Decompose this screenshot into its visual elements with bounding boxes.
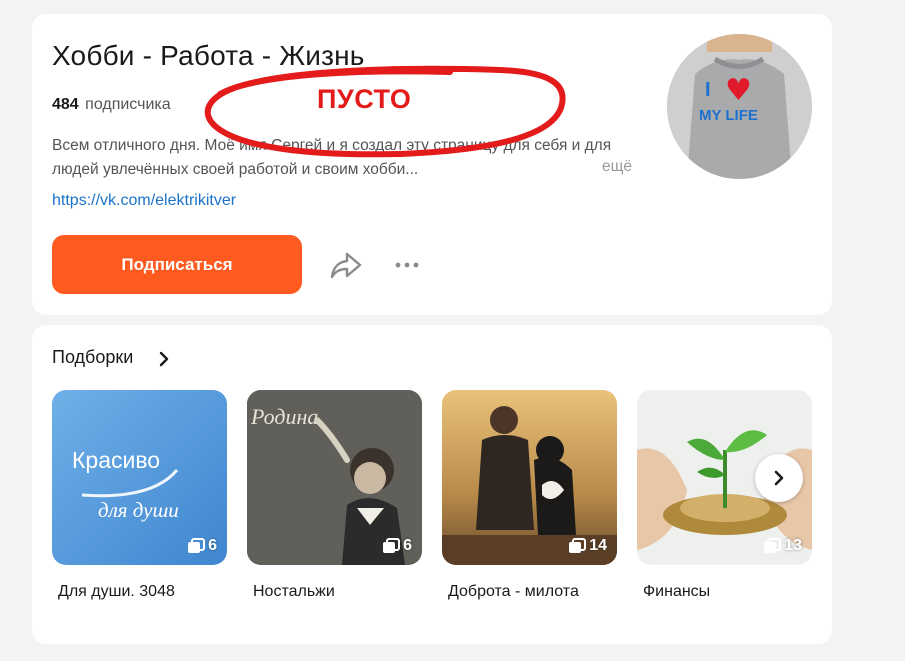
item-count: 14 xyxy=(568,537,607,555)
collection-image[interactable]: 14 xyxy=(442,390,617,565)
item-count-value: 6 xyxy=(208,537,217,554)
collection-name[interactable]: Для души. 3048 xyxy=(58,583,227,601)
item-count-value: 13 xyxy=(784,537,802,554)
collections-title[interactable]: Подборки xyxy=(52,347,133,368)
arrow-right-icon xyxy=(774,470,784,486)
collection-tile[interactable]: 14 Доброта - милота xyxy=(442,390,617,601)
item-count-value: 6 xyxy=(403,537,412,554)
collection-name[interactable]: Финансы xyxy=(643,583,812,601)
subscribers-count: 484 xyxy=(52,96,79,113)
image-text-rodina: Родина xyxy=(250,404,318,429)
item-count: 13 xyxy=(763,537,802,555)
more-dots-icon[interactable] xyxy=(394,260,420,270)
avatar[interactable]: I ♥ MY LIFE xyxy=(667,34,812,179)
heart-icon: ♥ xyxy=(725,73,752,108)
stack-icon xyxy=(383,538,401,553)
collection-name[interactable]: Ностальжи xyxy=(253,583,422,601)
collection-image[interactable]: Родина 6 xyxy=(247,390,422,565)
avatar-text-mylife: MY LIFE xyxy=(699,107,758,124)
collection-tile[interactable]: Красиво для души 6 Для души. 3048 xyxy=(52,390,227,601)
image-text-krasivo: Красиво xyxy=(72,447,160,473)
collections-card: Подборки Красиво для души 6 Для души. 30… xyxy=(32,325,832,644)
subscribe-button[interactable]: Подписаться xyxy=(52,235,302,294)
collection-tile[interactable]: Родина 6 Ностальжи xyxy=(247,390,422,601)
share-icon[interactable] xyxy=(329,250,363,280)
item-count-value: 14 xyxy=(589,537,607,554)
item-count: 6 xyxy=(382,537,412,555)
stack-icon xyxy=(569,538,587,553)
annotation-text: ПУСТО xyxy=(317,84,412,114)
chevron-right-icon[interactable] xyxy=(158,350,170,368)
collection-name[interactable]: Доброта - милота xyxy=(448,583,617,601)
collection-image[interactable]: Красиво для души 6 xyxy=(52,390,227,565)
subscribers-info[interactable]: 484 подписчика xyxy=(52,96,171,114)
stack-icon xyxy=(188,538,206,553)
avatar-text-i: I xyxy=(705,79,711,101)
subscribers-label: подписчика xyxy=(85,96,171,113)
profile-link[interactable]: https://vk.com/elektrikitver xyxy=(52,192,236,210)
profile-card: Хобби - Работа - Жизнь 484 подписчика Вс… xyxy=(32,14,832,315)
item-count: 6 xyxy=(187,537,217,555)
stack-icon xyxy=(764,538,782,553)
carousel-next-button[interactable] xyxy=(755,454,803,502)
show-more-link[interactable]: ещё xyxy=(602,158,632,176)
image-text-dlya-dushi: для души xyxy=(98,498,179,522)
